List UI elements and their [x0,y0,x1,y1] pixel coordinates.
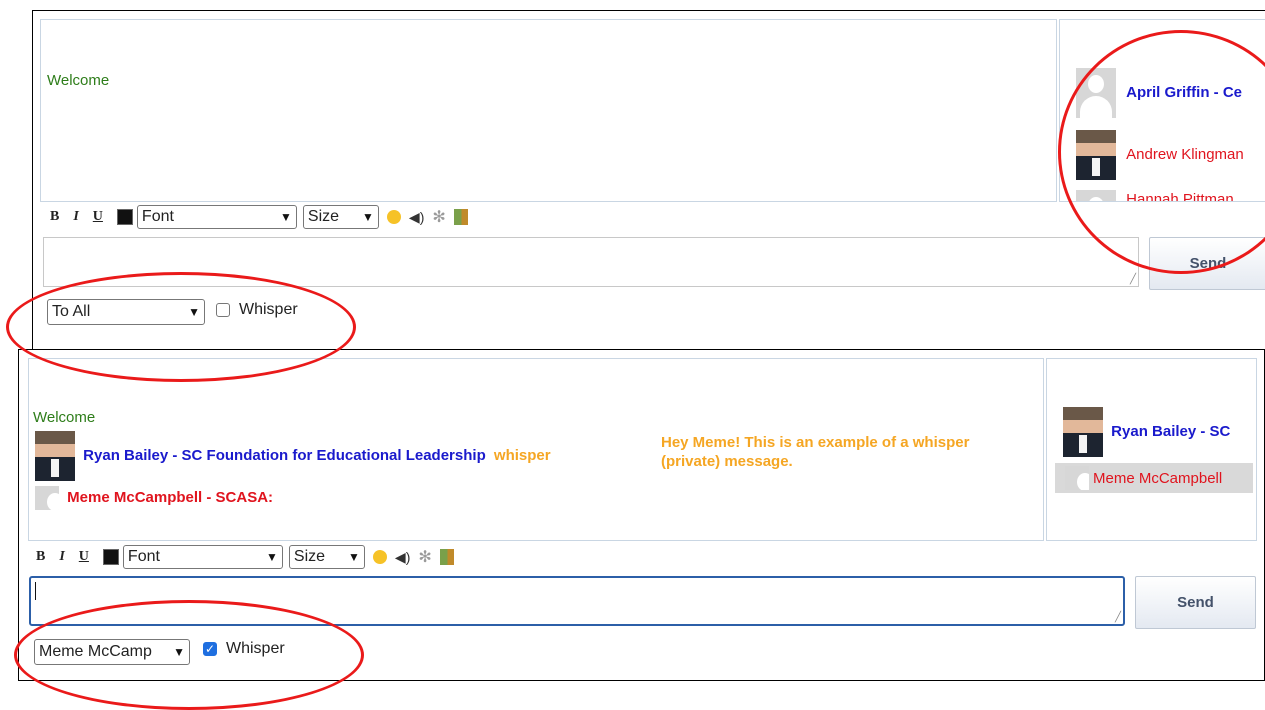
italic-button[interactable]: I [59,549,64,565]
user-name: Ryan Bailey - SC [1111,422,1231,440]
bottom-send-button[interactable]: Send [1135,576,1256,629]
message-type: whisper [493,446,551,464]
annotation-ring-bottom-recipient [14,600,364,710]
settings-gear-icon[interactable]: ✻ [418,547,431,567]
bottom-format-toolbar: B I U Font ▼ Size ▼ ◀) ✻ [36,544,462,570]
user-name: Meme McCampbell [1093,469,1223,487]
sound-icon[interactable]: ◀) [395,549,410,566]
bottom-chat-log: Welcome Ryan Bailey - SC Foundation for … [28,358,1044,541]
underline-button[interactable]: U [79,549,89,565]
bold-button[interactable]: B [36,549,45,565]
resize-grip-icon[interactable]: ╱ [1130,274,1136,285]
color-picker-icon[interactable] [102,549,119,565]
exit-door-icon[interactable] [439,549,454,565]
sound-icon[interactable]: ◀) [409,209,424,226]
bottom-user-list: Ryan Bailey - SC Meme McCampbell [1046,358,1257,541]
font-select-value: Font [127,548,160,565]
annotation-ring-top-recipient [6,272,356,382]
color-picker-icon[interactable] [116,209,133,225]
user-list-item[interactable]: Ryan Bailey - SC [1063,407,1256,457]
size-select[interactable]: Size ▼ [302,205,379,229]
user-list-item-selected[interactable]: Meme McCampbell [1055,463,1253,493]
emoji-icon[interactable] [386,210,401,224]
italic-button[interactable]: I [73,209,78,225]
message-sender: Ryan Bailey - SC Foundation for Educatio… [83,446,486,464]
text-cursor [35,582,36,600]
resize-grip-icon[interactable]: ╱ [1115,612,1121,623]
underline-button[interactable]: U [93,209,103,225]
avatar [1063,407,1103,457]
exit-door-icon[interactable] [453,209,468,225]
avatar [35,431,75,481]
font-select[interactable]: Font ▼ [136,205,297,229]
chat-message: Meme McCampbell - SCASA: [35,486,273,510]
size-select-value: Size [293,548,326,565]
bold-button[interactable]: B [50,209,59,225]
top-chat-log: Welcome [40,19,1057,202]
chevron-down-icon: ▼ [280,210,292,224]
chevron-down-icon: ▼ [362,210,374,224]
settings-gear-icon[interactable]: ✻ [432,207,445,227]
chevron-down-icon: ▼ [348,550,360,564]
font-select-value: Font [141,208,174,225]
welcome-message: Welcome [47,72,110,89]
welcome-message: Welcome [33,409,96,426]
size-select-value: Size [307,208,340,225]
font-select[interactable]: Font ▼ [122,545,283,569]
avatar [1065,466,1089,490]
message-text: Hey Meme! This is an example of a whispe… [661,434,970,470]
message-sender: Meme McCampbell - SCASA: [67,488,274,506]
size-select[interactable]: Size ▼ [288,545,365,569]
emoji-icon[interactable] [372,550,387,564]
chevron-down-icon: ▼ [266,550,278,564]
top-format-toolbar: B I U Font ▼ Size ▼ ◀) ✻ [50,204,476,230]
avatar [35,486,59,510]
